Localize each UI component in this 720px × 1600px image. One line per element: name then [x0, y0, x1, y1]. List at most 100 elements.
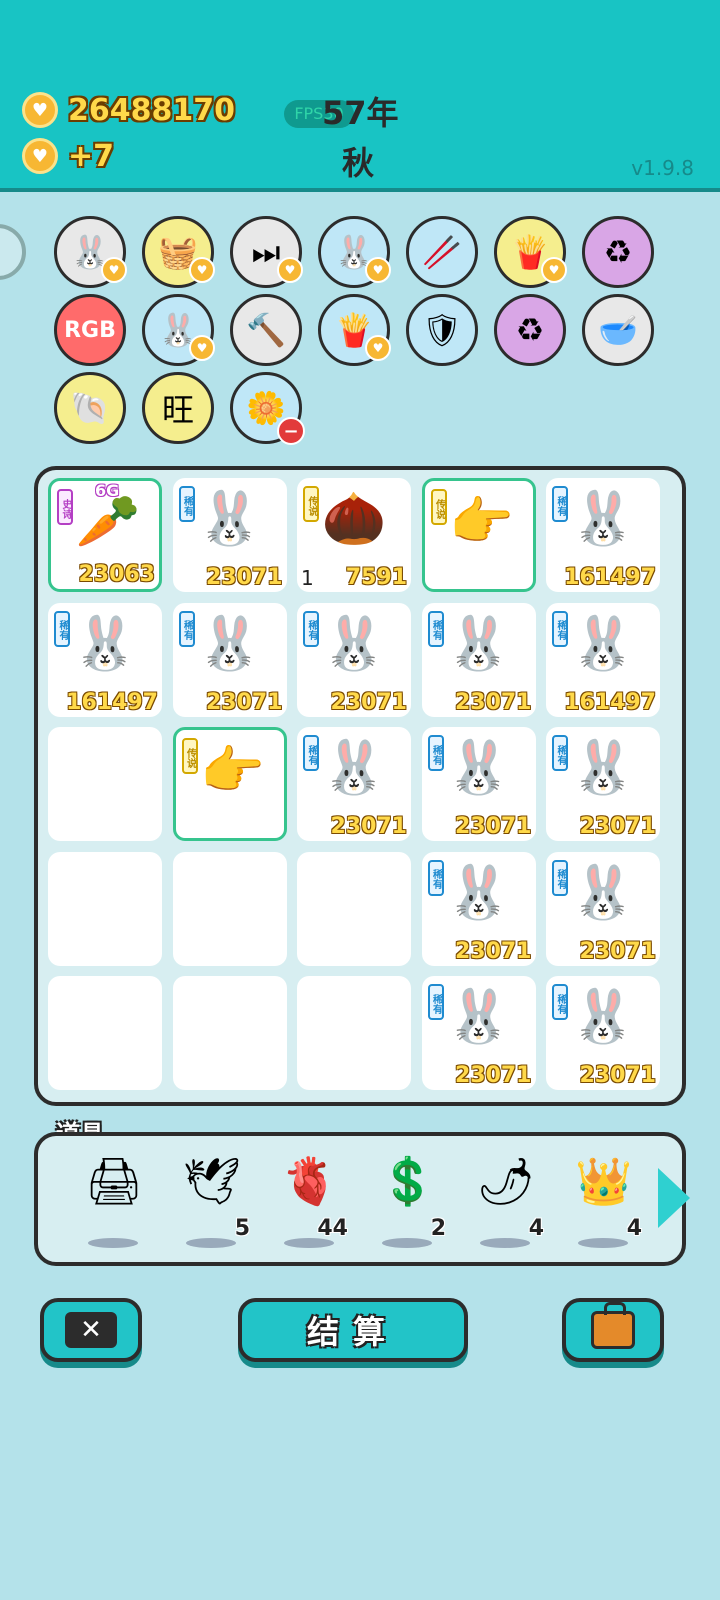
symbol-art: 👉 [449, 492, 514, 552]
grid-cell[interactable]: 传说 👉 [421, 478, 536, 592]
hammer-icon[interactable]: 🔨 [230, 294, 302, 366]
income-stat: ♥ +7 [22, 138, 114, 174]
grid-cell[interactable]: 史诗 🥕 6G 23063 [48, 478, 162, 592]
settle-button-label: 结算 [306, 1313, 399, 1351]
remove-badge-icon[interactable]: − [277, 417, 305, 445]
symbol-art: 🐰 [72, 613, 138, 674]
grid-cell[interactable]: 稀有 🐰 23071 [172, 602, 287, 717]
grid-cell-empty[interactable] [48, 976, 162, 1090]
skip-icon[interactable]: ⏭ ♥ [230, 216, 303, 288]
grid-cell[interactable]: 稀有 🐰 23071 [297, 602, 411, 717]
symbol-art: 🐰 [321, 613, 387, 674]
grid-cell[interactable]: 传说 🌰 1 7591 [297, 478, 411, 592]
rgb-icon-glyph: RGB [64, 317, 116, 343]
grid-cell[interactable]: 稀有 🐰 23071 [421, 602, 536, 717]
shell-icon[interactable]: 🐚 [54, 372, 126, 444]
fries-icon[interactable]: 🍟 ♥ [318, 294, 391, 366]
season-label: 秋 [342, 144, 375, 182]
dollar-coin-icon[interactable]: 💲 2 [368, 1154, 448, 1250]
liver-icon[interactable]: 🫀 44 [270, 1154, 350, 1250]
hammer-icon-glyph: 🔨 [246, 311, 286, 349]
symbol-value: 23071 [454, 814, 532, 839]
exit-button[interactable]: ✕ [40, 1298, 142, 1362]
rabbit-icon[interactable]: 🐰 ♥ [142, 294, 215, 366]
item-shadow [480, 1238, 530, 1248]
pet-bowl-icon-glyph: 🥣 [598, 311, 638, 349]
inventory-button[interactable] [562, 1298, 664, 1362]
grid-cell[interactable]: 稀有 🐰 161497 [546, 478, 660, 592]
wang-text-icon[interactable]: 旺 [142, 372, 214, 444]
grid-cell-empty[interactable] [172, 976, 287, 1090]
recycle-icon[interactable]: ♻ [582, 216, 654, 288]
symbol-value: 23071 [205, 565, 283, 590]
heart-badge-icon: ♥ [365, 257, 391, 283]
heart-badge-icon: ♥ [277, 257, 303, 283]
symbol-value: 161497 [564, 689, 656, 715]
grid-cell[interactable]: 稀有 🐰 23071 [297, 727, 411, 841]
grid-cell[interactable]: 稀有 🐰 23071 [421, 851, 536, 966]
grid-cell-empty[interactable] [297, 976, 411, 1090]
grid-cell-empty[interactable] [297, 851, 411, 966]
version-label: v1.9.8 [631, 156, 694, 180]
side-ring-icon[interactable] [0, 224, 26, 280]
grid-cell-empty[interactable] [48, 727, 162, 841]
chopsticks-icon-glyph: 🥢 [422, 233, 462, 271]
grid-cell[interactable]: 稀有 🐰 23071 [172, 478, 287, 592]
settle-button[interactable]: 结算 [238, 1298, 468, 1362]
liver-icon-glyph: 🫀 [281, 1154, 339, 1208]
symbol-count: 1 [301, 566, 314, 590]
symbol-art: 🐰 [446, 987, 511, 1047]
rabbit-icon[interactable]: 🐰 ♥ [54, 216, 127, 288]
pet-bowl-icon[interactable]: 🥣 [582, 294, 654, 366]
grid-cell[interactable]: 稀有 🐰 161497 [546, 602, 660, 717]
recycle-icon-glyph: ♻ [603, 233, 633, 271]
symbol-value: 7591 [345, 565, 407, 590]
symbol-value: 23063 [78, 562, 155, 587]
shell-icon-glyph: 🐚 [70, 389, 110, 427]
symbol-value: 161497 [564, 565, 656, 590]
shield-wrench-icon[interactable]: 🛡 [406, 294, 478, 366]
skip-icon-glyph: ⏭ [251, 232, 281, 271]
symbol-art: 🐰 [321, 738, 387, 798]
symbol-value: 23071 [454, 1063, 532, 1088]
fries-icon[interactable]: 🍟 ♥ [494, 216, 567, 288]
rabbit-icon[interactable]: 🐰 ♥ [318, 216, 391, 288]
heart-badge-icon: ♥ [189, 335, 215, 361]
next-arrow-icon[interactable] [658, 1168, 690, 1228]
heart-coin-icon: ♥ [22, 92, 58, 128]
grid-cell[interactable]: 稀有 🐰 23071 [546, 976, 660, 1090]
printer-icon[interactable]: 🖨 [74, 1154, 154, 1250]
grid-cell[interactable]: 稀有 🐰 161497 [48, 602, 162, 717]
grid-cell-empty[interactable] [172, 851, 287, 966]
chopsticks-icon[interactable]: 🥢 [406, 216, 478, 288]
dollar-coin-icon-glyph: 💲 [379, 1154, 437, 1208]
grid-cell-empty[interactable] [48, 851, 162, 966]
crown-icon-glyph: 👑 [575, 1154, 633, 1208]
recycle-icon[interactable]: ♻ [494, 294, 566, 366]
symbol-value: 23071 [454, 689, 532, 715]
potted-flower-icon[interactable]: 🌼 − [230, 372, 305, 445]
pigeon-icon[interactable]: 🕊 5 [172, 1154, 252, 1250]
grid-cell[interactable]: 传说 👉 [172, 727, 287, 841]
rgb-icon[interactable]: RGB [54, 294, 126, 366]
heart-badge-icon: ♥ [101, 257, 127, 283]
crown-icon[interactable]: 👑 4 [564, 1154, 644, 1250]
fruit-basket-icon[interactable]: 🧺 ♥ [142, 216, 215, 288]
item-shadow [186, 1238, 236, 1248]
coin-stat: ♥ 26488170 [22, 92, 235, 128]
grid-cell[interactable]: 稀有 🐰 23071 [421, 727, 536, 841]
coin-total: 26488170 [68, 92, 235, 128]
item-count: 4 [528, 1216, 544, 1241]
chili-pepper-icon-glyph: 🌶 [476, 1154, 536, 1208]
symbol-art: 🐰 [570, 489, 636, 549]
close-icon: ✕ [65, 1312, 117, 1348]
grid-cell[interactable]: 稀有 🐰 23071 [421, 976, 536, 1090]
symbol-value: 23071 [579, 938, 656, 964]
chili-pepper-icon[interactable]: 🌶 4 [466, 1154, 546, 1250]
symbol-art: 🐰 [570, 862, 636, 923]
grid-cell[interactable]: 稀有 🐰 23071 [546, 727, 660, 841]
symbol-art: 🥕 [75, 492, 141, 552]
recycle-icon-glyph: ♻ [515, 311, 545, 349]
slot-grid: 史诗 🥕 6G 23063 稀有 🐰 23071 传说 🌰 1 7591 传说 👉 稀有 🐰 161497 稀有… [34, 466, 686, 1106]
grid-cell[interactable]: 稀有 🐰 23071 [546, 851, 660, 966]
